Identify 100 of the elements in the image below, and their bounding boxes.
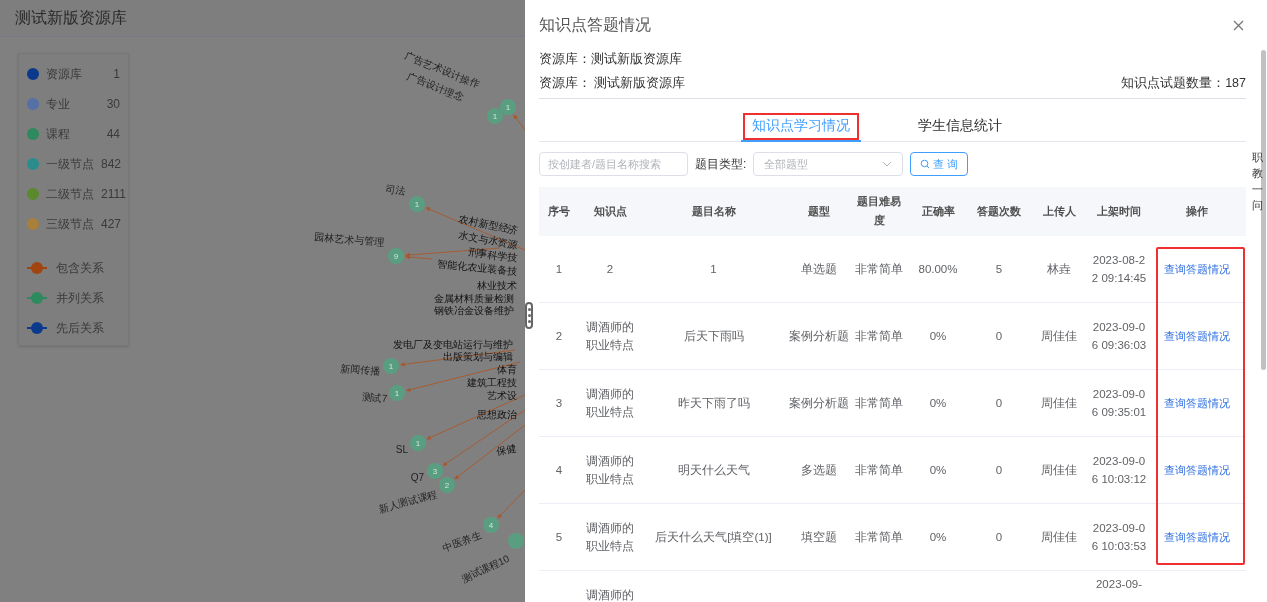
table-cell: 案例分析题 (789, 397, 849, 409)
table-cell: 调酒师的职业特点 (586, 455, 634, 485)
node-label: 新人测试课程 (377, 488, 439, 515)
table-cell: 昨天下雨了吗 (677, 397, 750, 409)
column-header: 答题次数 (970, 186, 1028, 236)
table-cell: 0 (995, 531, 1003, 543)
table-cell: 2023-09-06 10:03:12 (1091, 455, 1147, 485)
scrollbar-thumb[interactable] (1261, 50, 1266, 370)
node-label: 中医养生 (441, 529, 483, 554)
table-cell: 2023-09-06 09:35:01 (1091, 388, 1147, 418)
node-label: 建筑工程技 (467, 377, 517, 388)
graph-node[interactable]: 1 (487, 108, 503, 124)
column-header: 知识点 (579, 186, 641, 236)
node-label: 金属材料质量检测 (434, 293, 514, 304)
side-widget-text[interactable]: 职教一问 (1252, 150, 1263, 214)
type-filter-label: 题目类型: (695, 156, 747, 173)
table-cell: 调酒师的职业特点 (586, 522, 634, 552)
node-label: 艺术设 (487, 390, 517, 401)
legend-count: 427 (101, 216, 122, 233)
column-header: 题型 (786, 186, 852, 236)
graph-node[interactable]: 1 (389, 385, 405, 401)
column-header: 题目名称 (641, 186, 786, 236)
node-label: 测试7 (361, 390, 388, 404)
query-answers-link[interactable]: 查询答题情况 (1164, 262, 1230, 275)
legend-count: 1 (113, 66, 120, 83)
legend-label[interactable]: 包含关系 (56, 259, 104, 277)
legend-label[interactable]: 课程 (46, 125, 100, 143)
type-dropdown[interactable]: 全部题型 (753, 152, 904, 176)
table-cell: 周佳佳 (1041, 531, 1077, 543)
table-cell: 填空题 (801, 531, 837, 543)
legend-count: 30 (106, 96, 120, 113)
close-icon[interactable] (1233, 19, 1244, 31)
graph-node[interactable]: 9 (388, 248, 404, 264)
table-cell: 明天什么天气 (677, 464, 750, 476)
query-button[interactable]: 查 询 (910, 152, 969, 176)
table-cell: 调酒师的职业特点 (586, 321, 634, 351)
node-label: 林业技术 (477, 280, 517, 291)
column-header: 序号 (539, 186, 579, 236)
node-label: 发电厂及变电站运行与维护 (393, 339, 513, 350)
table-cell: 周佳佳 (1041, 330, 1077, 342)
drawer-title: 知识点答题情况 (539, 15, 651, 35)
column-header: 正确率 (906, 186, 970, 236)
legend-label[interactable]: 并列关系 (56, 289, 104, 307)
table-cell: 后天下雨吗 (683, 330, 744, 342)
chevron-down-icon (882, 161, 893, 167)
relation-line-icon[interactable] (27, 322, 47, 334)
table-cell: 多选题 (801, 464, 837, 476)
table-cell: 0 (995, 464, 1003, 476)
graph-node[interactable]: 1 (410, 435, 426, 451)
table-cell: 案例分析题 (789, 330, 849, 342)
node-label: 司法 (384, 182, 407, 197)
table-cell: 非常简单 (855, 262, 903, 275)
legend-label[interactable]: 专业 (46, 95, 100, 113)
legend-label[interactable]: 资源库 (46, 65, 107, 83)
table-cell: 0 (995, 397, 1003, 409)
graph-node[interactable]: 1 (409, 196, 425, 212)
table-cell: 0% (929, 397, 947, 409)
table-cell: 2023-09-06 10:03:53 (1091, 522, 1147, 552)
drag-handle-icon[interactable] (525, 302, 533, 329)
query-answers-link[interactable]: 查询答题情况 (1164, 330, 1230, 342)
table-cell: 周佳佳 (1041, 464, 1077, 476)
table-cell: 2 (555, 330, 563, 342)
table-cell: 0% (929, 330, 947, 342)
table-cell: 0 (995, 330, 1003, 342)
node-label: 测试课程10 (459, 552, 511, 585)
table-cell: 2023-08-22 09:14:45 (1091, 253, 1147, 284)
table-cell: 非常简单 (855, 397, 903, 409)
tab[interactable]: 知识点学习情况 (740, 110, 861, 142)
column-header: 操作 (1148, 186, 1246, 236)
node-label: 园林艺术与管理 (314, 230, 385, 248)
table-cell: 0% (929, 464, 947, 476)
page-title: 测试新版资源库 (15, 8, 127, 28)
search-icon (920, 159, 931, 169)
graph-node[interactable]: 1 (383, 358, 399, 374)
node-label: 出版策划与编辑 (443, 351, 513, 362)
relation-line-icon[interactable] (27, 262, 47, 274)
query-answers-link[interactable]: 查询答题情况 (1164, 397, 1230, 409)
legend-label[interactable]: 先后关系 (56, 319, 104, 337)
graph-node[interactable] (508, 533, 524, 549)
query-answers-link[interactable]: 查询答题情况 (1164, 531, 1230, 543)
query-answers-link[interactable]: 查询答题情况 (1164, 464, 1230, 476)
node-label: SL (395, 444, 408, 455)
table-cell: 后天什么天气[填空(1)] (655, 531, 772, 543)
node-label: 钢铁冶金设备维护 (434, 305, 514, 316)
legend-label[interactable]: 三级节点 (46, 215, 94, 233)
resource-library-label: 资源库： 测试新版资源库 (539, 74, 686, 92)
graph-node[interactable]: 3 (427, 463, 443, 479)
resource-library-label: 资源库：测试新版资源库 (539, 51, 683, 68)
legend-count: 842 (101, 156, 122, 173)
table-cell: 3 (555, 397, 563, 409)
graph-node[interactable]: 4 (483, 517, 499, 533)
question-count: 知识点试题数量：187 (1121, 74, 1246, 92)
table-cell: 非常简单 (855, 531, 903, 543)
node-label: 保健 (495, 442, 518, 457)
table-cell: 5 (995, 262, 1003, 275)
graph-node[interactable]: 1 (500, 99, 516, 115)
tab[interactable]: 学生信息统计 (884, 110, 1035, 142)
search-field[interactable]: 按创建者/题目名称搜索 (539, 152, 688, 176)
graph-node[interactable]: 2 (439, 477, 455, 493)
node-label: 思想政治 (477, 409, 517, 420)
